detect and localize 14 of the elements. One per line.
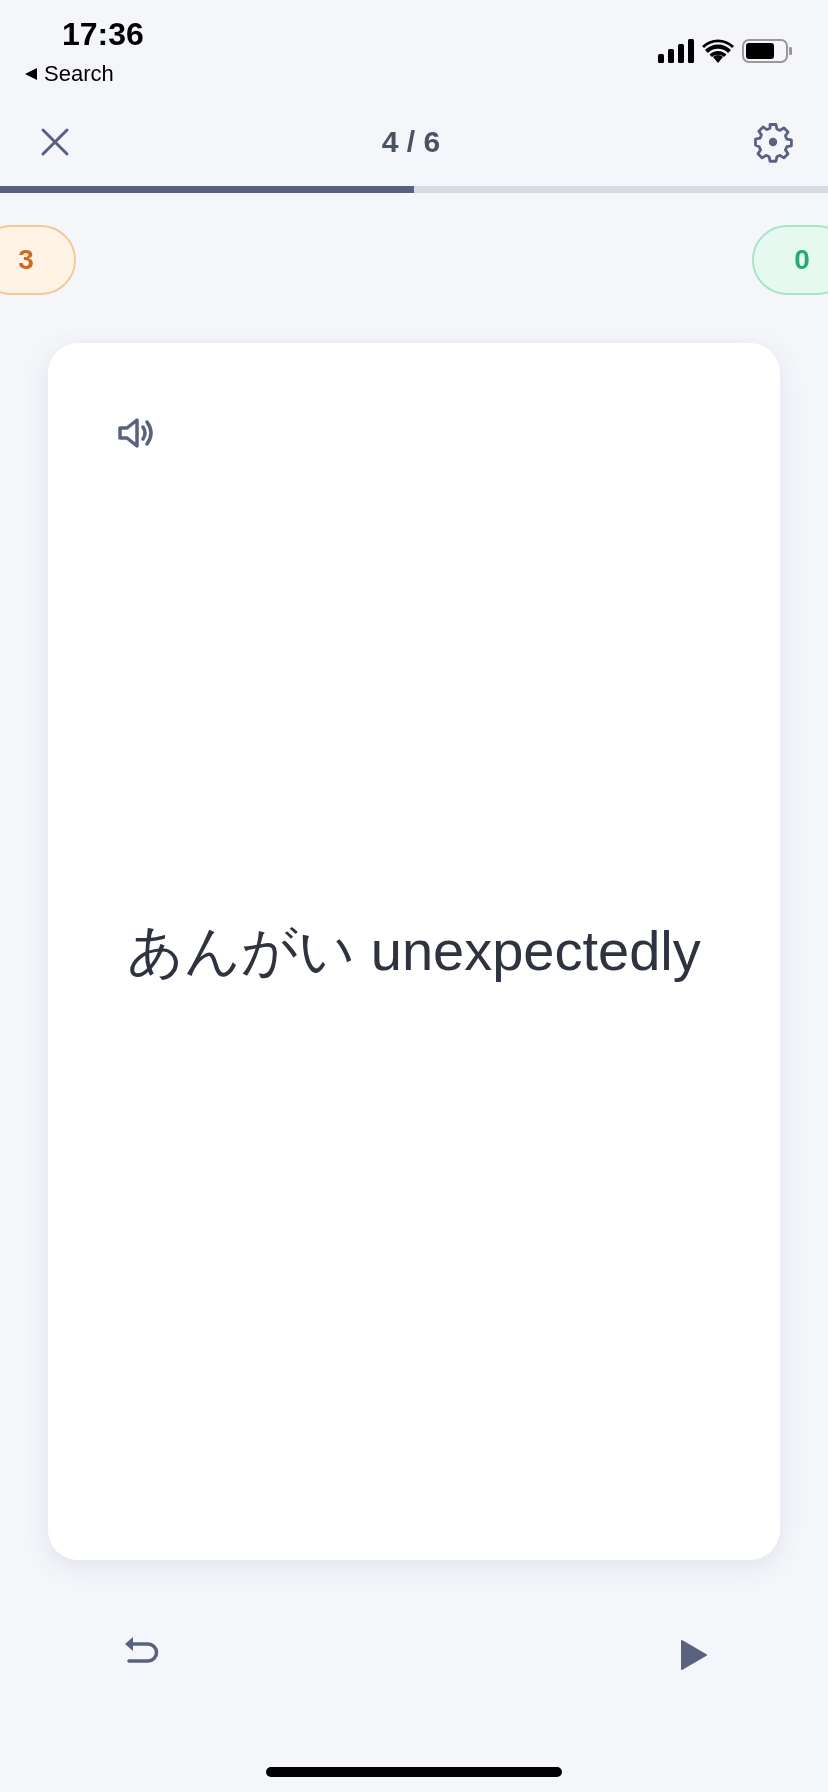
flashcard[interactable]: あんがい unexpectedly xyxy=(48,343,780,1560)
back-link[interactable]: Search xyxy=(44,61,114,87)
wifi-icon xyxy=(702,39,734,63)
signal-icon xyxy=(658,39,694,63)
play-icon[interactable] xyxy=(680,1639,708,1671)
settings-icon[interactable] xyxy=(752,121,794,163)
back-arrow-icon[interactable] xyxy=(24,67,38,81)
wrong-count-badge: 3 xyxy=(0,225,76,295)
close-icon[interactable] xyxy=(40,127,70,157)
status-time: 17:36 xyxy=(62,16,144,53)
correct-count-badge: 0 xyxy=(752,225,828,295)
battery-icon xyxy=(742,39,792,63)
card-counter: 4 / 6 xyxy=(381,125,441,159)
card-term: あんがい unexpectedly xyxy=(127,917,701,984)
